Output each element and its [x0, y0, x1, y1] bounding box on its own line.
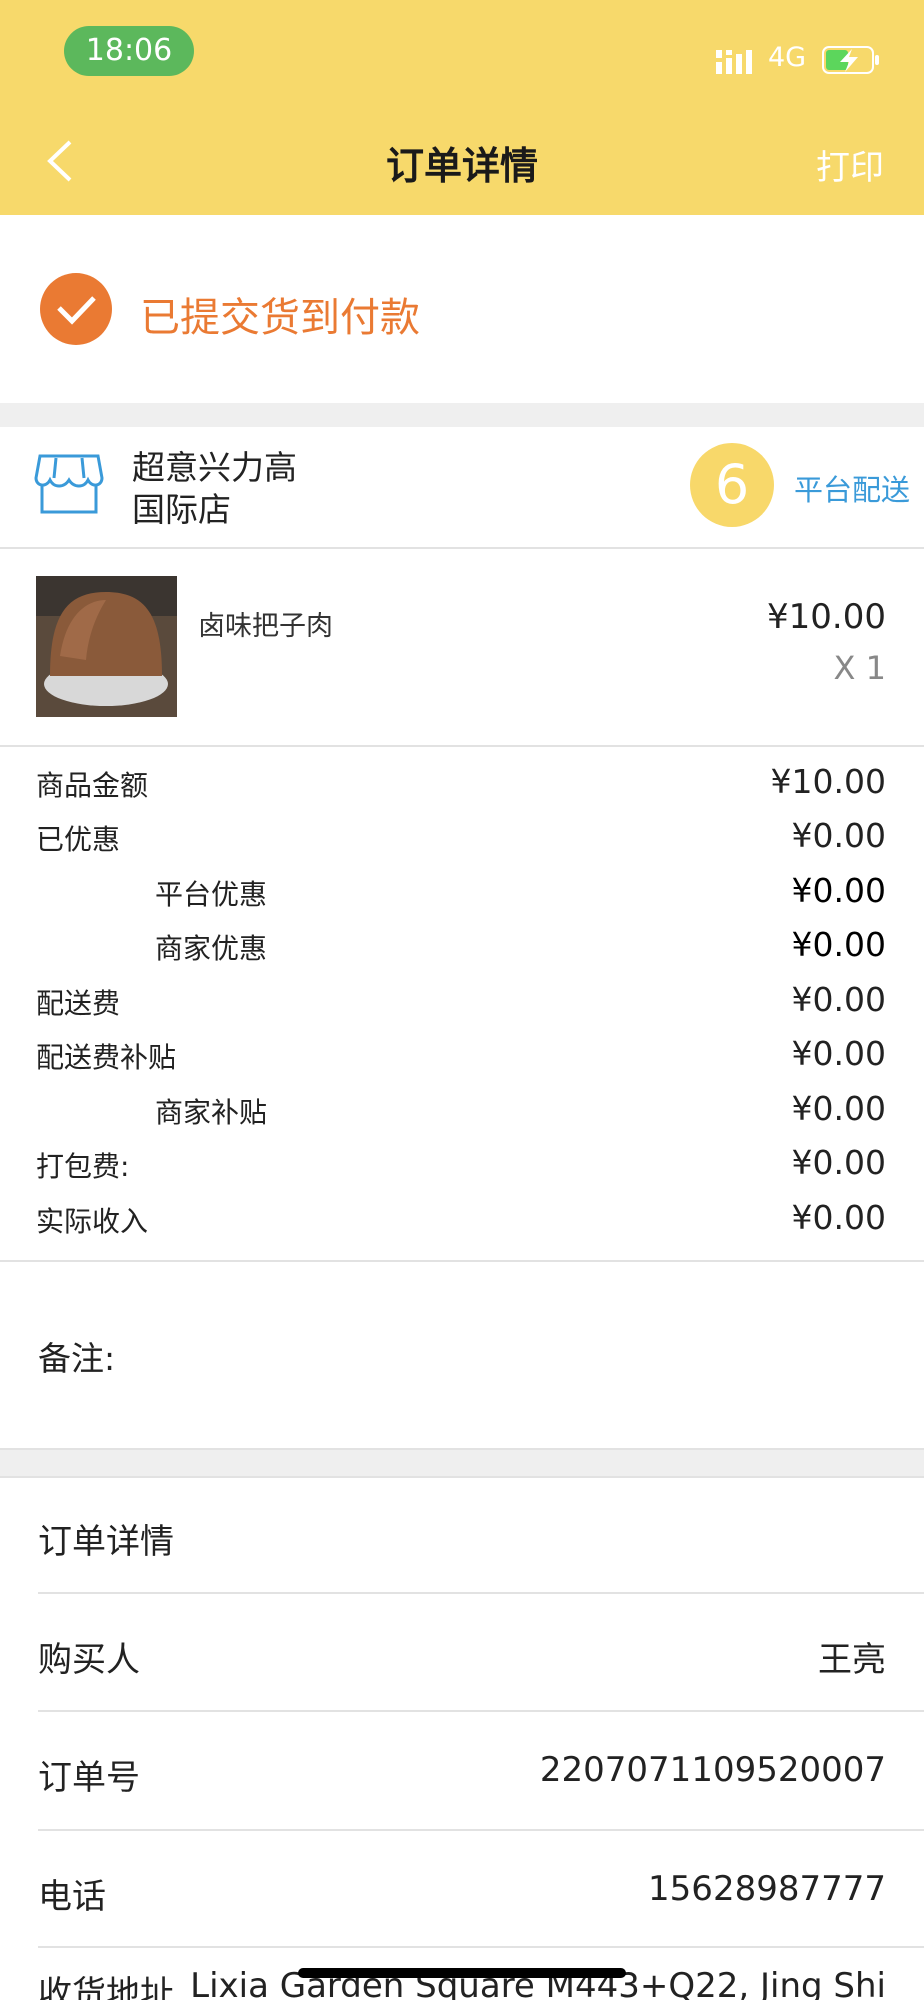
fee-row: 打包费: ¥0.00: [0, 1137, 924, 1191]
fee-label: 商家补贴: [155, 1096, 268, 1129]
section-divider: [0, 1448, 924, 1478]
fee-row: 实际收入 ¥0.00: [0, 1192, 924, 1246]
fee-label: 商品金额: [36, 769, 149, 802]
check-circle-icon: [40, 273, 112, 345]
battery-charging-icon: [822, 46, 879, 74]
app-header: 18:06 4G 订单详情 打印: [0, 0, 924, 215]
store-name: 超意兴力高 国际店: [132, 447, 297, 531]
item-photo: [36, 576, 177, 717]
fee-value: ¥0.00: [791, 925, 886, 964]
detail-label: 购买人: [38, 1640, 140, 1680]
detail-value: 2207071109520007: [539, 1750, 886, 1790]
pickup-number-badge: 6: [690, 443, 774, 527]
print-button[interactable]: 打印: [816, 140, 884, 189]
store-name-line2: 国际店: [132, 490, 231, 529]
fee-value: ¥0.00: [791, 1143, 886, 1182]
detail-label: 电话: [38, 1877, 106, 1917]
detail-label: 订单号: [38, 1758, 140, 1798]
fee-row: 商品金额 ¥10.00: [0, 756, 924, 810]
fee-label: 平台优惠: [155, 878, 268, 911]
store-name-line1: 超意兴力高: [132, 448, 297, 487]
remark-label: 备注:: [38, 1339, 116, 1378]
signal-icon: [716, 50, 752, 74]
fee-row: 平台优惠 ¥0.00: [0, 865, 924, 919]
section-divider: [0, 403, 924, 427]
fee-value: ¥0.00: [791, 871, 886, 910]
fee-row: 配送费补贴 ¥0.00: [0, 1028, 924, 1082]
store-row: 超意兴力高 国际店 6 平台配送: [0, 427, 924, 547]
order-status: 已提交货到付款: [0, 215, 924, 403]
detail-row-buyer: 购买人 王亮: [0, 1594, 924, 1712]
fee-row: 配送费 ¥0.00: [0, 974, 924, 1028]
fee-value: ¥10.00: [770, 762, 886, 801]
fee-label: 已优惠: [36, 823, 121, 856]
page-title: 订单详情: [385, 144, 538, 188]
order-status-text: 已提交货到付款: [140, 295, 420, 341]
fee-label: 配送费: [36, 987, 121, 1020]
detail-value[interactable]: 15628987777: [648, 1869, 886, 1909]
network-type: 4G: [768, 42, 807, 73]
fee-value: ¥0.00: [791, 980, 886, 1019]
fee-value: ¥0.00: [791, 1198, 886, 1237]
details-title: 订单详情: [38, 1522, 174, 1562]
details-section-title: 订单详情: [0, 1476, 924, 1594]
fee-value: ¥0.00: [791, 1034, 886, 1073]
status-time: 18:06: [64, 26, 194, 76]
divider: [0, 1260, 924, 1262]
detail-label: 收货地址: [38, 1974, 174, 2000]
divider: [0, 745, 924, 747]
item-price: ¥10.00: [767, 597, 886, 637]
fee-label: 配送费补贴: [36, 1041, 177, 1074]
fee-row: 已优惠 ¥0.00: [0, 810, 924, 864]
fee-label: 商家优惠: [155, 932, 268, 965]
fee-label: 实际收入: [36, 1205, 149, 1238]
detail-row-order-number: 订单号 2207071109520007: [0, 1712, 924, 1830]
item-quantity: X 1: [833, 649, 886, 687]
order-item: 卤味把子肉 ¥10.00 X 1: [0, 549, 924, 745]
fee-row: 商家补贴 ¥0.00: [0, 1083, 924, 1137]
fee-row: 商家优惠 ¥0.00: [0, 919, 924, 973]
fee-label: 打包费:: [36, 1150, 130, 1183]
fee-value: ¥0.00: [791, 816, 886, 855]
detail-value: 王亮: [818, 1640, 886, 1680]
store-icon: [34, 454, 104, 514]
delivery-type: 平台配送: [793, 473, 910, 507]
home-indicator[interactable]: [298, 1968, 626, 1978]
fee-value: ¥0.00: [791, 1089, 886, 1128]
item-name: 卤味把子肉: [198, 611, 333, 642]
detail-row-phone: 电话 15628987777: [0, 1831, 924, 1949]
